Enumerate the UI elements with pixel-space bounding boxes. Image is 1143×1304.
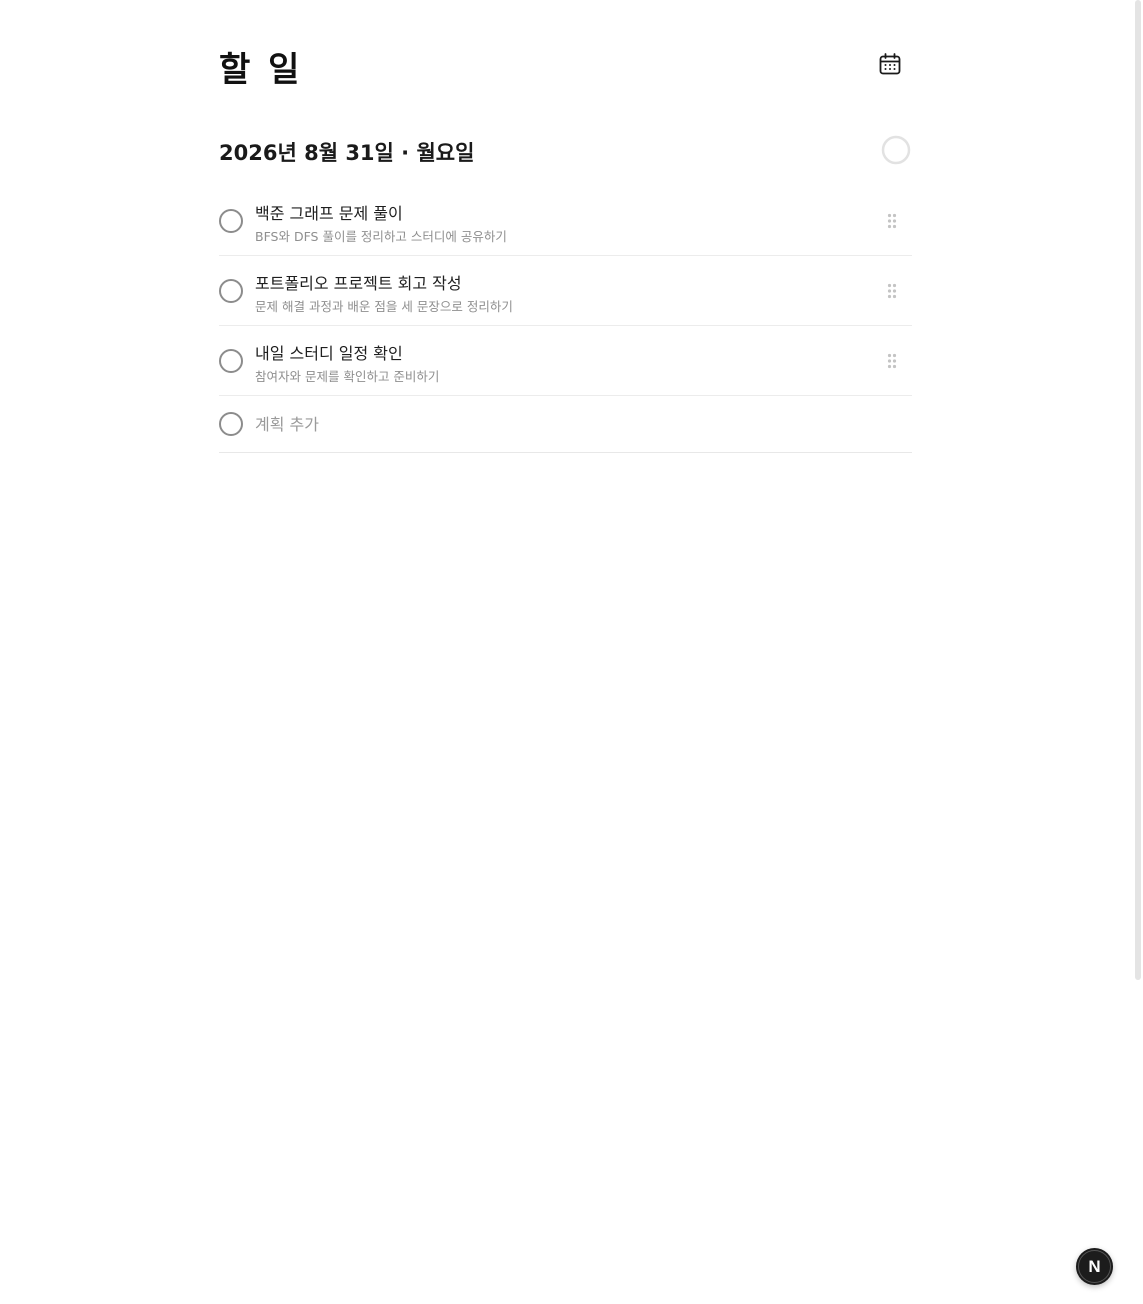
calendar-button[interactable] bbox=[877, 51, 903, 77]
task-title: 내일 스터디 일정 확인 bbox=[255, 344, 403, 363]
task-title: 백준 그래프 문제 풀이 bbox=[255, 204, 403, 223]
date-section: 2026년 8월 31일 · 월요일 bbox=[219, 130, 912, 170]
next-dev-tools-button[interactable]: N bbox=[1076, 1248, 1113, 1285]
task-description: BFS와 DFS 풀이를 정리하고 스터디에 공유하기 bbox=[255, 229, 507, 244]
page-title: 할 일 bbox=[219, 50, 303, 90]
task-item[interactable]: 포트폴리오 프로젝트 회고 작성 문제 해결 과정과 배운 점을 세 문장으로 … bbox=[219, 256, 912, 326]
add-task-row bbox=[219, 396, 912, 453]
scrollbar-thumb[interactable] bbox=[1135, 0, 1141, 980]
date-heading: 2026년 8월 31일 · 월요일 bbox=[219, 141, 475, 165]
task-checkbox[interactable] bbox=[219, 279, 243, 303]
add-task-input[interactable] bbox=[255, 411, 855, 437]
drag-handle-icon[interactable] bbox=[887, 353, 897, 369]
next-logo-icon: N bbox=[1078, 1250, 1111, 1283]
drag-handle-icon[interactable] bbox=[887, 213, 897, 229]
page-header: 할 일 bbox=[219, 40, 912, 90]
task-title: 포트폴리오 프로젝트 회고 작성 bbox=[255, 274, 462, 293]
task-description: 문제 해결 과정과 배운 점을 세 문장으로 정리하기 bbox=[255, 299, 513, 314]
task-checkbox[interactable] bbox=[219, 349, 243, 373]
calendar-icon bbox=[879, 53, 901, 75]
task-description: 참여자와 문제를 확인하고 준비하기 bbox=[255, 369, 440, 384]
progress-ring-icon bbox=[881, 135, 911, 165]
drag-handle-icon[interactable] bbox=[887, 283, 897, 299]
task-item[interactable]: 백준 그래프 문제 풀이 BFS와 DFS 풀이를 정리하고 스터디에 공유하기 bbox=[219, 186, 912, 256]
add-task-checkbox bbox=[219, 412, 243, 436]
task-checkbox[interactable] bbox=[219, 209, 243, 233]
task-item[interactable]: 내일 스터디 일정 확인 참여자와 문제를 확인하고 준비하기 bbox=[219, 326, 912, 396]
task-list: 백준 그래프 문제 풀이 BFS와 DFS 풀이를 정리하고 스터디에 공유하기… bbox=[219, 186, 912, 453]
